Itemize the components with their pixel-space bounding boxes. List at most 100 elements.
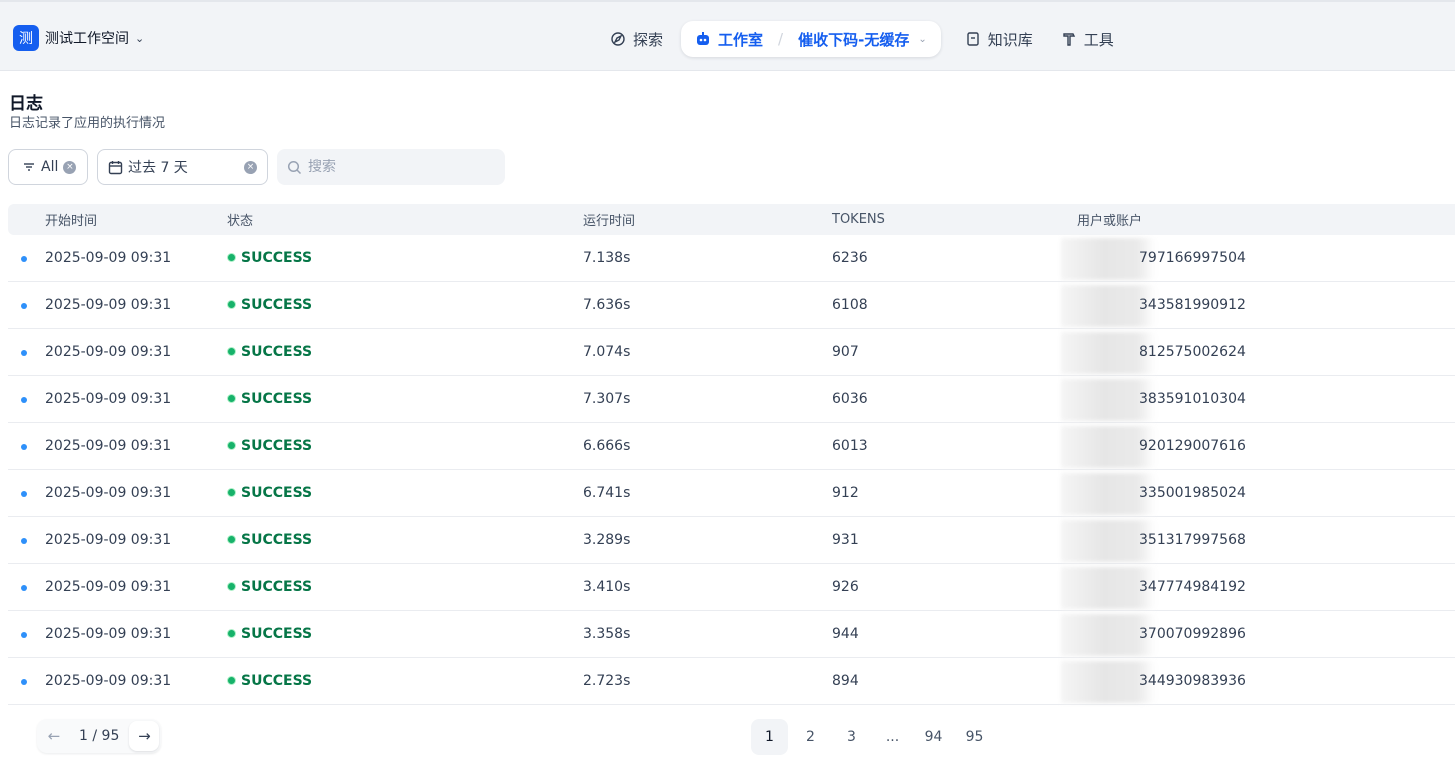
workspace-avatar: 测	[13, 25, 39, 51]
cell-user: 335001985024	[1061, 473, 1455, 515]
cell-status: SUCCESS	[227, 250, 583, 267]
row-indicator	[8, 579, 45, 595]
status-dot	[227, 253, 236, 263]
nav-tools[interactable]: 工具	[1051, 21, 1124, 57]
status-badge: SUCCESS	[227, 485, 312, 501]
table-row[interactable]: 2025-09-09 09:31 SUCCESS 2.723s 894 34493098…	[8, 658, 1455, 705]
status-dot	[227, 676, 236, 686]
page-number-94[interactable]: 94	[915, 719, 952, 755]
clear-icon[interactable]: ×	[63, 160, 77, 174]
user-id: 812575002624	[1139, 344, 1246, 360]
cell-status: SUCCESS	[227, 673, 583, 690]
main-nav: 探索 工作室 / 催收下码-无缓存 ⌄ 知识库 工具	[600, 21, 1132, 57]
search-input[interactable]	[308, 159, 488, 175]
unread-dot	[21, 538, 27, 544]
next-page-button[interactable]: →	[129, 721, 160, 751]
table-row[interactable]: 2025-09-09 09:31 SUCCESS 6.666s 6013 9201290…	[8, 423, 1455, 470]
cell-tokens: 912	[832, 485, 859, 501]
unread-dot	[21, 491, 27, 497]
cell-tokens: 6013	[832, 438, 868, 454]
cell-status: SUCCESS	[227, 391, 583, 408]
cell-start-time: 2025-09-09 09:31	[45, 438, 172, 454]
cell-start-time: 2025-09-09 09:31	[45, 297, 172, 313]
status-text: SUCCESS	[241, 390, 313, 407]
period-filter-value: 过去 7 天	[128, 160, 188, 176]
status-text: SUCCESS	[241, 484, 313, 501]
table-row[interactable]: 2025-09-09 09:31 SUCCESS 6.741s 912 33500198…	[8, 470, 1455, 517]
status-badge: SUCCESS	[227, 673, 312, 689]
table-row[interactable]: 2025-09-09 09:31 SUCCESS 3.289s 931 35131799…	[8, 517, 1455, 564]
unread-dot	[21, 585, 27, 591]
status-badge: SUCCESS	[227, 297, 312, 313]
table-row[interactable]: 2025-09-09 09:31 SUCCESS 7.307s 6036 3835910…	[8, 376, 1455, 423]
page-separator: /	[92, 728, 98, 744]
user-id: 383591010304	[1139, 391, 1246, 407]
user-id: 347774984192	[1139, 579, 1246, 595]
unread-dot	[21, 350, 27, 356]
status-dot	[227, 347, 236, 357]
unread-dot	[21, 303, 27, 309]
cell-user: 343581990912	[1061, 285, 1455, 327]
status-filter-value: All	[41, 159, 59, 175]
table-row[interactable]: 2025-09-09 09:31 SUCCESS 7.636s 6108 3435819…	[8, 282, 1455, 329]
status-dot	[227, 300, 236, 310]
table-row[interactable]: 2025-09-09 09:31 SUCCESS 7.074s 907 81257500…	[8, 329, 1455, 376]
current-app-name[interactable]: 催收下码-无缓存	[798, 29, 909, 50]
page-number-3[interactable]: 3	[833, 719, 870, 755]
hammer-icon	[1063, 33, 1075, 46]
cell-duration: 7.138s	[583, 250, 631, 266]
cell-status: SUCCESS	[227, 579, 583, 596]
row-indicator	[8, 438, 45, 454]
book-icon	[967, 32, 979, 46]
search-box[interactable]	[277, 149, 505, 185]
cell-user: 370070992896	[1061, 614, 1455, 656]
cell-tokens: 931	[832, 532, 859, 548]
status-dot	[227, 582, 236, 592]
clear-icon[interactable]: ×	[244, 160, 257, 174]
nav-knowledge[interactable]: 知识库	[955, 21, 1043, 57]
page-number-1[interactable]: 1	[751, 719, 788, 755]
nav-studio-label: 工作室	[718, 30, 764, 49]
status-text: SUCCESS	[241, 343, 313, 360]
period-filter[interactable]: 过去 7 天 ×	[97, 149, 268, 185]
status-text: SUCCESS	[241, 296, 313, 313]
cell-user: 920129007616	[1061, 426, 1455, 468]
page-stepper: ← 1 / 95 →	[37, 719, 162, 753]
chevron-down-icon[interactable]: ⌄	[918, 34, 926, 45]
filter-bar: All × 过去 7 天 ×	[8, 149, 505, 185]
workspace-name: 测试工作空间	[45, 31, 129, 47]
table-row[interactable]: 2025-09-09 09:31 SUCCESS 3.410s 926 34777498…	[8, 564, 1455, 611]
nav-tools-label: 工具	[1083, 30, 1114, 49]
page-number-2[interactable]: 2	[792, 719, 829, 755]
page-counter: 1 / 95	[69, 728, 129, 744]
cell-duration: 7.636s	[583, 297, 631, 313]
cell-user: 812575002624	[1061, 332, 1455, 374]
cell-status: SUCCESS	[227, 438, 583, 455]
period-filter-content: 过去 7 天	[108, 157, 188, 177]
status-badge: SUCCESS	[227, 579, 312, 595]
status-text: SUCCESS	[241, 531, 313, 548]
table-row[interactable]: 2025-09-09 09:31 SUCCESS 7.138s 6236 7971669…	[8, 235, 1455, 282]
unread-dot	[21, 679, 27, 685]
cell-status: SUCCESS	[227, 626, 583, 643]
status-dot	[227, 394, 236, 404]
workspace-switcher[interactable]: 测 测试工作空间 ⌄	[13, 25, 144, 51]
row-indicator	[8, 673, 45, 689]
nav-studio[interactable]: 工作室 / 催收下码-无缓存 ⌄	[681, 21, 941, 57]
status-dot	[227, 441, 236, 451]
compass-icon	[611, 32, 625, 46]
breadcrumb-separator: /	[778, 30, 784, 48]
cell-status: SUCCESS	[227, 344, 583, 361]
cell-status: SUCCESS	[227, 532, 583, 549]
status-filter[interactable]: All ×	[8, 149, 88, 185]
nav-explore[interactable]: 探索	[600, 21, 673, 57]
status-badge: SUCCESS	[227, 250, 312, 266]
cell-duration: 6.666s	[583, 438, 631, 454]
page-number-95[interactable]: 95	[956, 719, 993, 755]
row-indicator	[8, 344, 45, 360]
top-navigation-bar: 测 测试工作空间 ⌄ 探索 工作室 / 催收下码-无缓存 ⌄ 知识库 工具	[0, 0, 1455, 71]
prev-page-button[interactable]: ←	[39, 721, 69, 751]
cell-start-time: 2025-09-09 09:31	[45, 485, 172, 501]
table-row[interactable]: 2025-09-09 09:31 SUCCESS 3.358s 944 37007099…	[8, 611, 1455, 658]
row-indicator	[8, 297, 45, 313]
